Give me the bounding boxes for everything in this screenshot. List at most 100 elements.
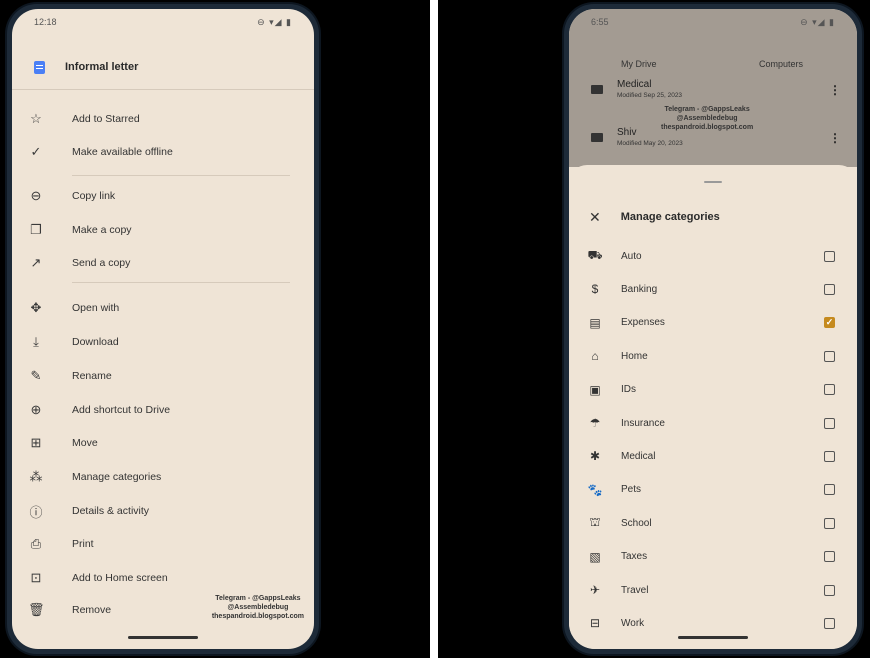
- menu-item[interactable]: ⊡ Add to Home screen: [12, 565, 314, 591]
- gesture-home-bar[interactable]: [128, 636, 198, 639]
- print-icon: ⎙: [30, 536, 42, 551]
- menu-item[interactable]: ❐ Make a copy: [12, 217, 314, 243]
- more-options-icon[interactable]: ⋮: [829, 131, 841, 145]
- category-row[interactable]: ⛟ Auto: [569, 244, 857, 268]
- category-label: School: [621, 517, 652, 529]
- info-icon: ⓘ: [29, 504, 43, 520]
- shortcut-icon: ⊕: [30, 402, 42, 417]
- more-options-icon[interactable]: ⋮: [829, 83, 841, 97]
- watermark-line: thespandroid.blogspot.com: [211, 613, 304, 620]
- check-icon: ✓: [825, 317, 834, 328]
- category-checkbox[interactable]: [824, 283, 835, 295]
- menu-item-label: Make a copy: [72, 224, 132, 236]
- category-checkbox[interactable]: [824, 450, 835, 462]
- star-icon: ☆: [30, 111, 42, 126]
- tab-my-drive[interactable]: My Drive: [621, 59, 657, 69]
- briefcase-icon: ⊟: [589, 616, 601, 631]
- menu-item[interactable]: ✎ Rename: [12, 363, 314, 389]
- category-label: Banking: [621, 283, 658, 295]
- category-checkbox[interactable]: [824, 617, 835, 629]
- status-icons: ⊖ ▾◢ ▮: [257, 17, 292, 27]
- category-row[interactable]: ⛫ School: [569, 511, 857, 535]
- category-label: IDs: [621, 384, 636, 396]
- watermark-text: Telegram - @GappsLeaks @Assembledebug th…: [661, 105, 753, 132]
- sheet-drag-handle[interactable]: [704, 181, 722, 183]
- offline-icon: ✓: [30, 144, 42, 159]
- menu-divider: [72, 282, 290, 283]
- category-row[interactable]: $ Banking: [569, 277, 857, 301]
- receipt-icon: ▤: [589, 315, 601, 330]
- category-row[interactable]: ▧ Taxes: [569, 545, 857, 569]
- folder-icon: [591, 85, 603, 94]
- sheet-title: Manage categories: [620, 211, 720, 223]
- screenshot-divider: [430, 0, 438, 658]
- category-checkbox[interactable]: [824, 517, 835, 529]
- gesture-home-bar[interactable]: [678, 636, 748, 639]
- menu-item-label: Add to Starred: [72, 113, 140, 125]
- category-row[interactable]: ▤ Expenses ✓: [569, 311, 857, 335]
- link-icon: ⊖: [30, 188, 42, 203]
- airplane-icon: ✈: [589, 583, 601, 597]
- category-row[interactable]: ✱ Medical: [569, 444, 857, 468]
- dollar-icon: $: [591, 282, 599, 297]
- menu-item[interactable]: ⊕ Add shortcut to Drive: [12, 397, 314, 423]
- menu-item[interactable]: ✥ Open with: [12, 295, 314, 321]
- category-label: Expenses: [621, 317, 665, 329]
- category-checkbox[interactable]: [824, 250, 835, 262]
- menu-item[interactable]: ⁂ Manage categories: [12, 464, 314, 490]
- close-icon[interactable]: ✕: [589, 209, 601, 226]
- menu-item-label: Remove: [72, 604, 112, 616]
- file-modified: Modified Sep 25, 2023: [617, 92, 683, 99]
- category-row[interactable]: ⊟ Work: [569, 611, 857, 635]
- menu-item[interactable]: ⎙ Print: [12, 531, 314, 557]
- house-icon: ⌂: [591, 349, 599, 364]
- watermark-line: @Assembledebug: [676, 115, 738, 122]
- tab-computers[interactable]: Computers: [759, 59, 803, 69]
- open-with-icon: ✥: [30, 300, 42, 315]
- category-checkbox[interactable]: [824, 484, 835, 496]
- asterisk-icon: ✱: [589, 449, 601, 464]
- menu-item[interactable]: ⊖ Copy link: [12, 183, 314, 209]
- menu-item[interactable]: ↗ Send a copy: [12, 250, 314, 276]
- drive-background-dimmed: 6:55 ⊖ ▾◢ ▮ My Drive Computers Medical M…: [569, 9, 857, 167]
- category-checkbox[interactable]: [824, 417, 835, 429]
- file-row[interactable]: Medical Modified Sep 25, 2023 ⋮: [569, 75, 857, 105]
- category-label: Work: [621, 617, 645, 629]
- menu-item-label: Make available offline: [72, 146, 173, 158]
- file-actions-menu-screen: 12:18 ⊖ ▾◢ ▮ Informal letter ☆ Add to Sta…: [12, 9, 314, 649]
- menu-item-label: Details & activity: [72, 505, 150, 517]
- watermark-line: thespandroid.blogspot.com: [661, 124, 754, 131]
- category-row[interactable]: ✈ Travel: [569, 578, 857, 602]
- category-checkbox[interactable]: ✓: [824, 317, 835, 329]
- categories-icon: ⁂: [29, 469, 43, 484]
- menu-item[interactable]: ⊞ Move: [12, 430, 314, 456]
- menu-item[interactable]: ⓘ Details & activity: [12, 498, 314, 524]
- category-checkbox[interactable]: [824, 551, 835, 563]
- rename-icon: ✎: [30, 368, 42, 383]
- manage-categories-screen: 6:55 ⊖ ▾◢ ▮ My Drive Computers Medical M…: [569, 9, 857, 649]
- category-row[interactable]: 🐾 Pets: [569, 478, 857, 502]
- paw-icon: 🐾: [587, 482, 603, 497]
- status-bar: 6:55 ⊖ ▾◢ ▮: [591, 17, 835, 31]
- download-icon: ⤓: [33, 334, 39, 349]
- status-bar: 12:18 ⊖ ▾◢ ▮: [34, 17, 292, 31]
- category-label: Taxes: [621, 551, 648, 563]
- category-checkbox[interactable]: [824, 384, 835, 396]
- menu-item-label: Open with: [72, 302, 120, 314]
- menu-item[interactable]: ✓ Make available offline: [12, 139, 314, 165]
- id-badge-icon: ▣: [589, 382, 601, 397]
- category-row[interactable]: ▣ IDs: [569, 378, 857, 402]
- home-screen-icon: ⊡: [30, 570, 42, 585]
- menu-item-label: Copy link: [72, 190, 116, 202]
- file-title: Informal letter: [65, 61, 139, 73]
- menu-item-label: Manage categories: [72, 471, 162, 483]
- menu-divider: [72, 175, 290, 176]
- category-row[interactable]: ☂ Insurance: [569, 411, 857, 435]
- trash-icon: 🗑: [28, 602, 45, 617]
- category-checkbox[interactable]: [824, 350, 835, 362]
- menu-item[interactable]: ☆ Add to Starred: [12, 106, 314, 132]
- watermark-line: @Assembledebug: [227, 604, 289, 611]
- menu-item[interactable]: ⤓ Download: [12, 329, 314, 355]
- category-checkbox[interactable]: [824, 584, 835, 596]
- category-row[interactable]: ⌂ Home: [569, 344, 857, 368]
